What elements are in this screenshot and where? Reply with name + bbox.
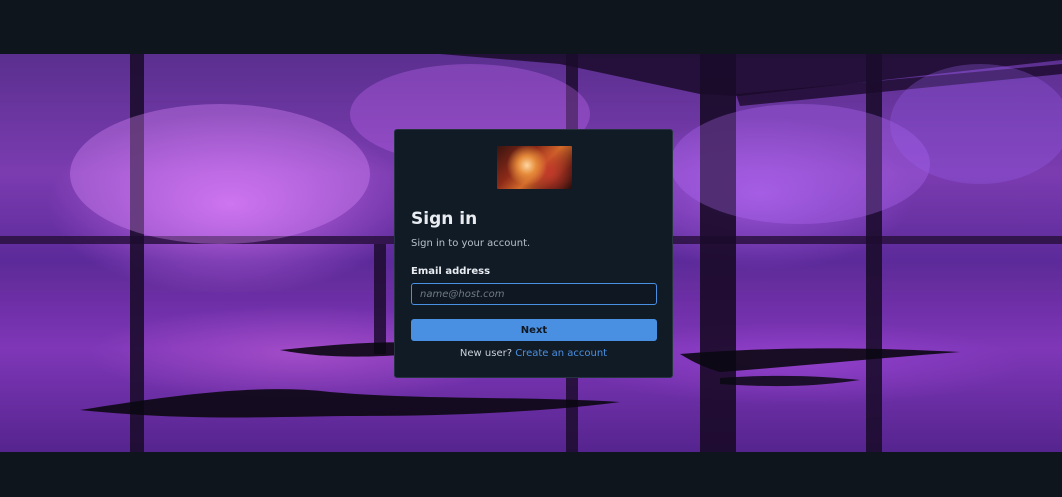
top-bar: [0, 0, 1062, 54]
email-label: Email address: [411, 266, 491, 277]
logo-image: [497, 146, 572, 189]
bottom-bar: [0, 452, 1062, 497]
new-user-line: New user? Create an account: [395, 348, 672, 359]
email-field[interactable]: [411, 283, 657, 305]
create-account-link[interactable]: Create an account: [515, 348, 607, 359]
page-subtitle: Sign in to your account.: [411, 238, 531, 249]
next-button[interactable]: Next: [411, 319, 657, 341]
login-card: Sign in Sign in to your account. Email a…: [394, 129, 673, 378]
page-title: Sign in: [411, 209, 478, 229]
new-user-text: New user?: [459, 348, 513, 359]
